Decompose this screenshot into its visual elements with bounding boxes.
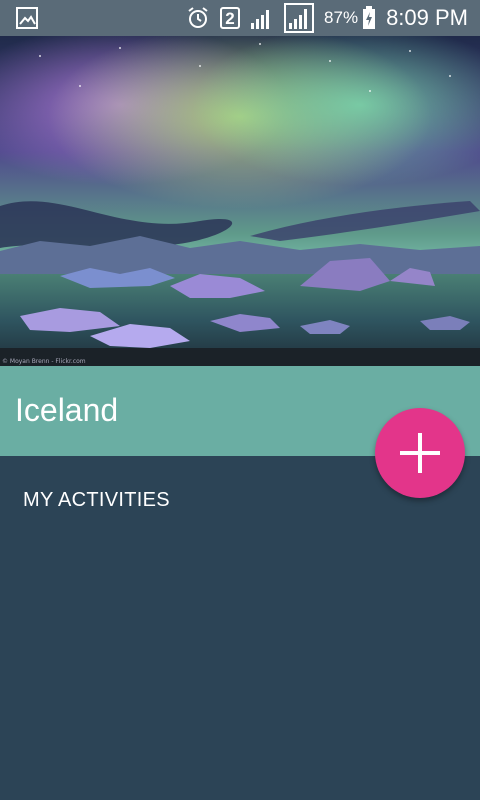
clock: 8:09 PM (386, 5, 468, 30)
signal-icon (284, 3, 315, 33)
status-bar: 2 87% 8:09 PM (0, 0, 480, 36)
activities-section: MY ACTIVITIES (0, 456, 480, 800)
gallery-icon (16, 7, 38, 29)
alarm-icon (188, 7, 208, 28)
photo-credit: © Moyan Brenn - Flickr.com (2, 358, 86, 365)
add-activity-button[interactable] (375, 408, 465, 498)
my-activities-header: MY ACTIVITIES (23, 489, 170, 511)
battery-percent: 87% (324, 8, 359, 27)
plus-icon (400, 433, 440, 473)
hero-image: © Moyan Brenn - Flickr.com (0, 36, 480, 366)
signal-icon (251, 10, 270, 29)
aurora-landscape-image (0, 36, 480, 366)
page-title: Iceland (15, 392, 119, 428)
battery-charging-icon (363, 6, 376, 29)
status-icons: 2 87% 8:09 PM (176, 0, 468, 36)
sim-slot-badge: 2 (220, 7, 241, 29)
